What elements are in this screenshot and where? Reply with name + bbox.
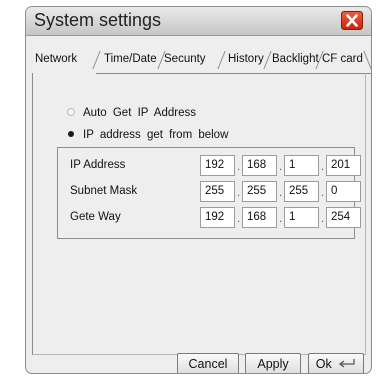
auto-ip-label: Auto Get IP Address [83,107,196,119]
ip-address-label: IP Address [70,159,126,171]
subnet-mask-row: Subnet Mask 255 . 255 . 255 . 0 [58,181,361,203]
settings-dialog: System settings Network Time/Date Secunt… [25,6,372,374]
close-button[interactable] [341,11,363,30]
octet-separator: . [237,187,241,199]
tab-bar: Network Time/Date Secunty History Backli… [26,49,371,73]
ip-address-row: IP Address 192 . 168 . 1 . 201 [58,155,361,177]
tab-divider [363,51,371,69]
ok-button[interactable]: Ok [308,353,364,373]
tab-backlight[interactable]: Backlight [272,49,319,73]
tab-network[interactable]: Network [35,49,78,73]
gateway-label: Gete Way [70,211,121,223]
gateway-row: Gete Way 192 . 168 . 1 . 254 [58,207,361,229]
manual-ip-label: IP address get from below [83,129,229,141]
tab-cf-card[interactable]: CF card [322,49,363,73]
apply-button-label: Apply [257,357,289,371]
tab-divider [217,51,227,69]
ip-address-octet-2[interactable]: 168 [242,155,277,176]
octet-separator: . [321,187,325,199]
octet-separator: . [279,161,283,173]
octet-separator: . [321,161,325,173]
enter-key-icon [339,358,355,368]
octet-separator: . [237,161,241,173]
gateway-octet-3[interactable]: 1 [284,207,319,228]
close-icon [346,14,358,27]
tab-security[interactable]: Secunty [164,49,206,73]
gateway-octet-4[interactable]: 254 [326,207,361,228]
octet-separator: . [279,187,283,199]
title-bar[interactable]: System settings [26,7,371,36]
cancel-button[interactable]: Cancel [177,353,239,373]
octet-separator: . [279,213,283,225]
radio-button-unselected[interactable] [67,107,75,116]
octet-separator: . [237,213,241,225]
gateway-octet-2[interactable]: 168 [242,207,277,228]
octet-separator: . [321,213,325,225]
ip-settings-group: IP Address 192 . 168 . 1 . 201 Subnet Ma… [57,147,361,239]
subnet-mask-octet-4[interactable]: 0 [326,181,361,202]
ip-address-octet-4[interactable]: 201 [326,155,361,176]
ip-address-octet-3[interactable]: 1 [284,155,319,176]
tab-time-date[interactable]: Time/Date [104,49,157,73]
dialog-title: System settings [34,10,162,30]
apply-button[interactable]: Apply [245,353,301,373]
auto-ip-option[interactable]: Auto Get IP Address [67,105,196,121]
subnet-mask-label: Subnet Mask [70,185,138,197]
cancel-button-label: Cancel [188,357,228,371]
ok-button-label: Ok [315,357,332,371]
tab-history[interactable]: History [228,49,264,73]
network-panel: Auto Get IP Address IP address get from … [32,73,366,355]
ip-address-octet-1[interactable]: 192 [200,155,235,176]
subnet-mask-octet-3[interactable]: 255 [284,181,319,202]
gateway-octet-1[interactable]: 192 [200,207,235,228]
manual-ip-option[interactable]: IP address get from below [67,127,228,143]
radio-button-selected[interactable] [68,130,74,137]
tab-divider [92,51,102,69]
subnet-mask-octet-1[interactable]: 255 [200,181,235,202]
subnet-mask-octet-2[interactable]: 255 [242,181,277,202]
